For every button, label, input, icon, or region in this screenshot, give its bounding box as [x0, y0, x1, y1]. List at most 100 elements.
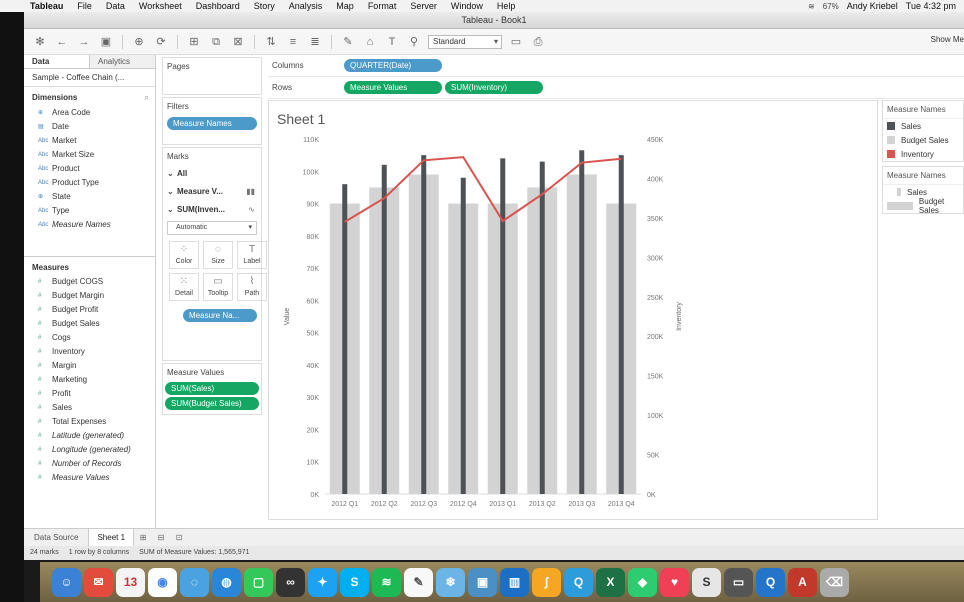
tab-data[interactable]: Data [24, 55, 90, 68]
highlight-icon[interactable]: ✎ [340, 35, 356, 49]
filter-pill-measure-names[interactable]: Measure Names [167, 117, 257, 130]
measure-field[interactable]: # Margin [24, 359, 155, 373]
color-legend-item[interactable]: Budget Sales [883, 133, 963, 147]
clear-sheet-icon[interactable]: ⊠ [230, 35, 246, 49]
rows-pill-measure-values[interactable]: Measure Values [344, 81, 442, 94]
new-dashboard-icon[interactable]: ⊟ [152, 533, 170, 542]
trash-icon[interactable]: ⌫ [820, 567, 849, 597]
mv-pill-budget-sales[interactable]: SUM(Budget Sales) [165, 397, 259, 410]
dimension-field[interactable]: Abc Product [24, 162, 155, 176]
finder-icon[interactable]: ☺ [52, 567, 81, 597]
detail-button[interactable]: ⁙ Detail [169, 273, 199, 301]
wifi-icon[interactable]: ≋ [808, 2, 815, 11]
tableau-logo-icon[interactable]: ✻ [32, 35, 48, 49]
q-icon[interactable]: Q [564, 567, 593, 597]
data-source-tab[interactable]: Data Source [24, 533, 88, 542]
menu-tableau[interactable]: Tableau [30, 1, 63, 11]
menu-help[interactable]: Help [497, 1, 516, 11]
dimension-field[interactable]: Abc Measure Names [24, 218, 155, 232]
sheet-tab[interactable]: Sheet 1 [88, 528, 135, 547]
tooltip-button[interactable]: ▭ Tooltip [203, 273, 233, 301]
trello-icon[interactable]: ▥ [500, 567, 529, 597]
rows-pill-inventory[interactable]: SUM(Inventory) [445, 81, 543, 94]
datasource-name[interactable]: Sample - Coffee Chain (... [24, 69, 155, 87]
menu-server[interactable]: Server [410, 1, 437, 11]
dimension-field[interactable]: ⊕ State [24, 190, 155, 204]
show-me-button[interactable]: Show Me [931, 35, 964, 44]
menu-analysis[interactable]: Analysis [289, 1, 323, 11]
excel-icon[interactable]: X [596, 567, 625, 597]
menu-dashboard[interactable]: Dashboard [196, 1, 240, 11]
color-button[interactable]: ⁘ Color [169, 241, 199, 269]
pages-card[interactable]: Pages [162, 57, 262, 95]
dimension-field[interactable]: Abc Type [24, 204, 155, 218]
presentation-icon[interactable]: ▭ [508, 35, 524, 49]
share-icon[interactable]: ⎙ [530, 35, 546, 49]
measure-field[interactable]: # Budget Margin [24, 289, 155, 303]
color-pill-measure-names[interactable]: Measure Na... [183, 309, 257, 322]
new-datasource-icon[interactable]: ⊕ [131, 35, 147, 49]
pocket-icon[interactable]: ♥ [660, 567, 689, 597]
color-legend-item[interactable]: Inventory [883, 147, 963, 161]
measure-field[interactable]: # Cogs [24, 331, 155, 345]
sort-desc-icon[interactable]: ≣ [307, 35, 323, 49]
columns-pill-quarter[interactable]: QUARTER(Date) [344, 59, 442, 72]
dimension-field[interactable]: ▤ Date [24, 120, 155, 134]
sort-asc-icon[interactable]: ≡ [285, 35, 301, 49]
new-story-icon[interactable]: ⊡ [170, 533, 188, 542]
dimension-field[interactable]: Abc Market Size [24, 148, 155, 162]
clock[interactable]: Tue 4:32 pm [906, 1, 956, 11]
measure-field[interactable]: # Total Expenses [24, 415, 155, 429]
spotify-icon[interactable]: ≋ [372, 567, 401, 597]
menu-story[interactable]: Story [254, 1, 275, 11]
path-button[interactable]: ⌇ Path [237, 273, 267, 301]
measure-field[interactable]: # Inventory [24, 345, 155, 359]
measure-field[interactable]: # Number of Records [24, 457, 155, 471]
menu-map[interactable]: Map [336, 1, 354, 11]
menu-format[interactable]: Format [368, 1, 397, 11]
filters-card[interactable]: Filters Measure Names [162, 97, 262, 145]
measure-field[interactable]: # Budget COGS [24, 275, 155, 289]
marks-sum-inventory[interactable]: ⌄ SUM(Inven... ∿ [163, 201, 261, 219]
calendar-icon[interactable]: 13 [116, 567, 145, 597]
pin-icon[interactable]: ⚲ [406, 35, 422, 49]
measure-field[interactable]: # Budget Sales [24, 317, 155, 331]
notes-icon[interactable]: ✎ [404, 567, 433, 597]
dimension-field[interactable]: ⊕ Area Code [24, 106, 155, 120]
measure-field[interactable]: # Latitude (generated) [24, 429, 155, 443]
label-button[interactable]: T Label [237, 241, 267, 269]
rows-shelf[interactable]: Rows Measure Values SUM(Inventory) [268, 77, 964, 99]
marks-measure-values[interactable]: ⌄ Measure V... ▮▮ [163, 183, 261, 201]
fit-select[interactable]: Standard [428, 34, 502, 49]
snagit-icon[interactable]: S [692, 567, 721, 597]
infinity-icon[interactable]: ∞ [276, 567, 305, 597]
qlik-icon[interactable]: Q [756, 567, 785, 597]
dimensions-search-icon[interactable]: ⌕ [145, 93, 149, 103]
marks-all[interactable]: ⌄ All [163, 165, 261, 183]
back-icon[interactable]: ← [54, 35, 70, 49]
mv-pill-sales[interactable]: SUM(Sales) [165, 382, 259, 395]
tab-analytics[interactable]: Analytics [90, 55, 155, 68]
feedly-icon[interactable]: ◆ [628, 567, 657, 597]
color-legend-item[interactable]: Sales [883, 119, 963, 133]
menu-file[interactable]: File [77, 1, 92, 11]
pause-updates-icon[interactable]: ⟳ [153, 35, 169, 49]
acrobat-icon[interactable]: A [788, 567, 817, 597]
hook-icon[interactable]: ʃ [532, 567, 561, 597]
dimension-field[interactable]: Abc Market [24, 134, 155, 148]
size-button[interactable]: ◌ Size [203, 241, 233, 269]
menu-worksheet[interactable]: Worksheet [139, 1, 182, 11]
chrome-icon[interactable]: ◉ [148, 567, 177, 597]
menu-window[interactable]: Window [451, 1, 483, 11]
user-name[interactable]: Andy Kriebel [847, 1, 898, 11]
forward-icon[interactable]: → [76, 35, 92, 49]
duplicate-sheet-icon[interactable]: ⧉ [208, 35, 224, 49]
screen-icon[interactable]: ▣ [468, 567, 497, 597]
mail-icon[interactable]: ✉ [84, 567, 113, 597]
skype-chat-icon[interactable]: ◍ [212, 567, 241, 597]
presentation-app-icon[interactable]: ▭ [724, 567, 753, 597]
swap-icon[interactable]: ⇅ [263, 35, 279, 49]
measure-field[interactable]: # Profit [24, 387, 155, 401]
measure-field[interactable]: # Marketing [24, 373, 155, 387]
new-worksheet-icon[interactable]: ⊞ [134, 533, 152, 542]
